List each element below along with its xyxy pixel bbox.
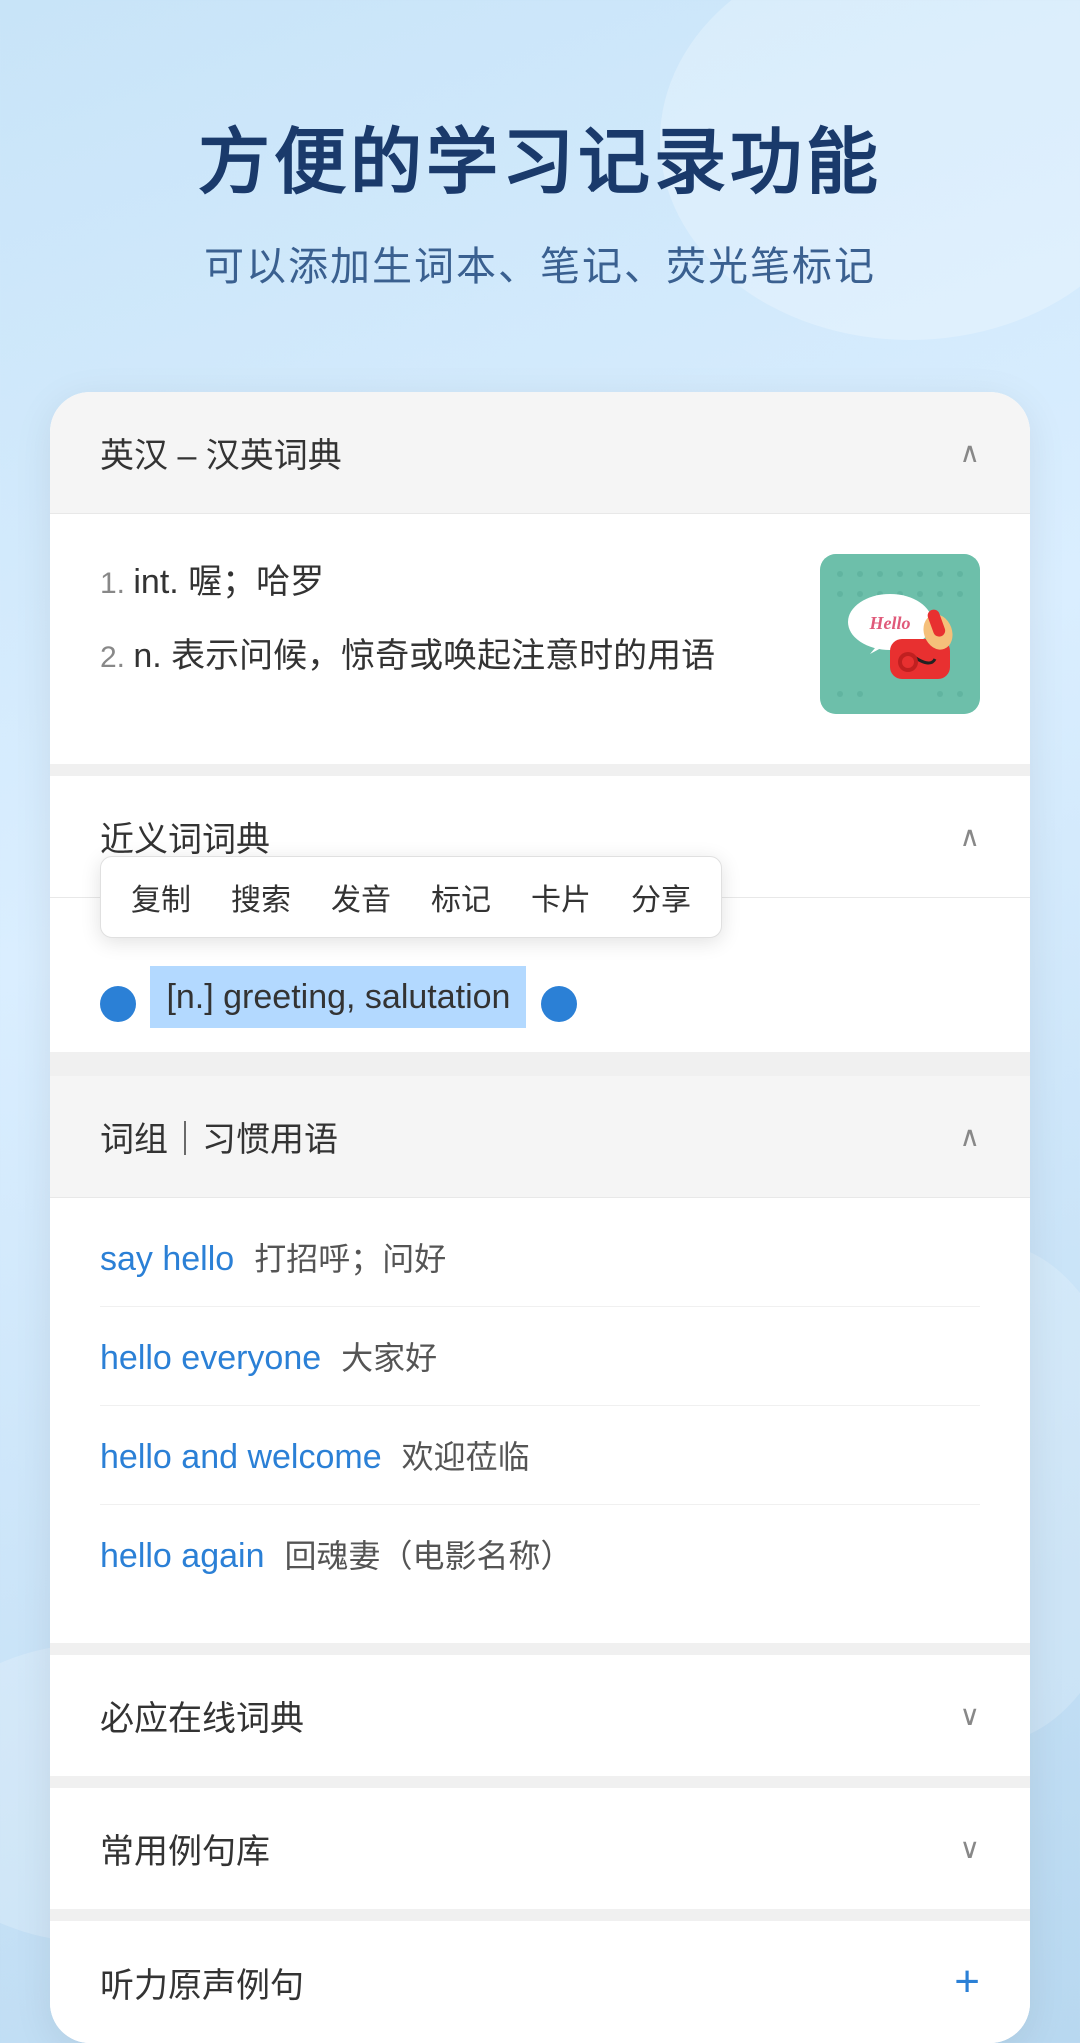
main-card: 英汉 – 汉英词典 ∧ 1. int. 喔；哈罗 2. n. 表示问候，惊奇或唤… xyxy=(50,392,1030,2043)
context-menu-search[interactable]: 搜索 xyxy=(231,875,291,919)
hello-image: Hello xyxy=(820,554,980,714)
phrases-chevron-up-icon: ∧ xyxy=(960,1120,981,1153)
phrases-section-header[interactable]: 词组｜习惯用语 ∧ xyxy=(50,1064,1030,1198)
dictionary-chevron-up-icon: ∧ xyxy=(960,436,981,469)
def-num-2: 2. xyxy=(100,641,133,674)
example-section-title: 常用例句库 xyxy=(100,1824,270,1873)
context-menu-mark[interactable]: 标记 xyxy=(431,875,491,919)
page-title: 方便的学习记录功能 xyxy=(60,120,1020,206)
biying-section[interactable]: 必应在线词典 ∨ xyxy=(50,1643,1030,1776)
def-meaning-1: 喔；哈罗 xyxy=(188,563,324,601)
phrase-en-3: hello and welcome xyxy=(100,1438,382,1477)
definition-item-1: 1. int. 喔；哈罗 xyxy=(100,554,790,612)
phrase-zh-4: 回魂妻（电影名称） xyxy=(284,1531,572,1577)
example-chevron-down-icon: ∨ xyxy=(960,1832,981,1865)
audio-section[interactable]: 听力原声例句 + xyxy=(50,1909,1030,2043)
audio-section-title: 听力原声例句 xyxy=(100,1958,304,2007)
phrase-en-1: say hello xyxy=(100,1240,234,1279)
page-subtitle: 可以添加生词本、笔记、荧光笔标记 xyxy=(60,234,1020,292)
phrase-en-4: hello again xyxy=(100,1537,264,1576)
synonym-section-title: 近义词词典 xyxy=(100,812,270,861)
definition-item-2: 2. n. 表示问候，惊奇或唤起注意时的用语 xyxy=(100,628,790,686)
selection-handle-left xyxy=(100,986,136,1022)
def-pos-2: n. xyxy=(133,637,171,675)
biying-chevron-down-icon: ∨ xyxy=(960,1699,981,1732)
phrase-zh-3: 欢迎莅临 xyxy=(402,1432,530,1478)
phrases-section: 词组｜习惯用语 ∧ say hello 打招呼；问好 hello everyon… xyxy=(50,1064,1030,1643)
phrases-section-title: 词组｜习惯用语 xyxy=(100,1112,338,1161)
dictionary-section-title: 英汉 – 汉英词典 xyxy=(100,428,342,477)
phrase-item-1[interactable]: say hello 打招呼；问好 xyxy=(100,1208,980,1307)
definition-section: 1. int. 喔；哈罗 2. n. 表示问候，惊奇或唤起注意时的用语 xyxy=(50,514,1030,776)
context-menu: 复制 搜索 发音 标记 卡片 分享 xyxy=(100,856,722,938)
phrase-zh-1: 打招呼；问好 xyxy=(254,1234,446,1280)
selection-area: [n.] greeting, salutation xyxy=(100,978,980,1022)
phrase-en-2: hello everyone xyxy=(100,1339,321,1378)
synonym-section: 近义词词典 ∧ 复制 搜索 发音 标记 卡片 分享 [n.] greeting,… xyxy=(50,776,1030,1064)
svg-text:Hello: Hello xyxy=(869,613,911,633)
phrase-list: say hello 打招呼；问好 hello everyone 大家好 hell… xyxy=(50,1198,1030,1643)
def-pos-1: int. xyxy=(133,563,188,601)
audio-plus-icon[interactable]: + xyxy=(954,1957,980,2007)
context-menu-share[interactable]: 分享 xyxy=(631,875,691,919)
def-num-1: 1. xyxy=(100,567,133,600)
phrase-zh-2: 大家好 xyxy=(341,1333,437,1379)
selected-synonym-text: [n.] greeting, salutation xyxy=(150,966,526,1028)
header: 方便的学习记录功能 可以添加生词本、笔记、荧光笔标记 xyxy=(0,0,1080,372)
context-menu-copy[interactable]: 复制 xyxy=(131,875,191,919)
definition-content: 1. int. 喔；哈罗 2. n. 表示问候，惊奇或唤起注意时的用语 xyxy=(100,554,790,702)
dictionary-section-header[interactable]: 英汉 – 汉英词典 ∧ xyxy=(50,392,1030,514)
phrase-item-3[interactable]: hello and welcome 欢迎莅临 xyxy=(100,1406,980,1505)
def-meaning-2: 表示问候，惊奇或唤起注意时的用语 xyxy=(171,637,715,675)
context-menu-pronounce[interactable]: 发音 xyxy=(331,875,391,919)
synonym-chevron-up-icon: ∧ xyxy=(960,820,981,853)
biying-section-title: 必应在线词典 xyxy=(100,1691,304,1740)
example-section[interactable]: 常用例句库 ∨ xyxy=(50,1776,1030,1909)
selection-handle-right xyxy=(541,986,577,1022)
phrase-item-2[interactable]: hello everyone 大家好 xyxy=(100,1307,980,1406)
context-menu-card[interactable]: 卡片 xyxy=(531,875,591,919)
phrase-item-4[interactable]: hello again 回魂妻（电影名称） xyxy=(100,1505,980,1603)
